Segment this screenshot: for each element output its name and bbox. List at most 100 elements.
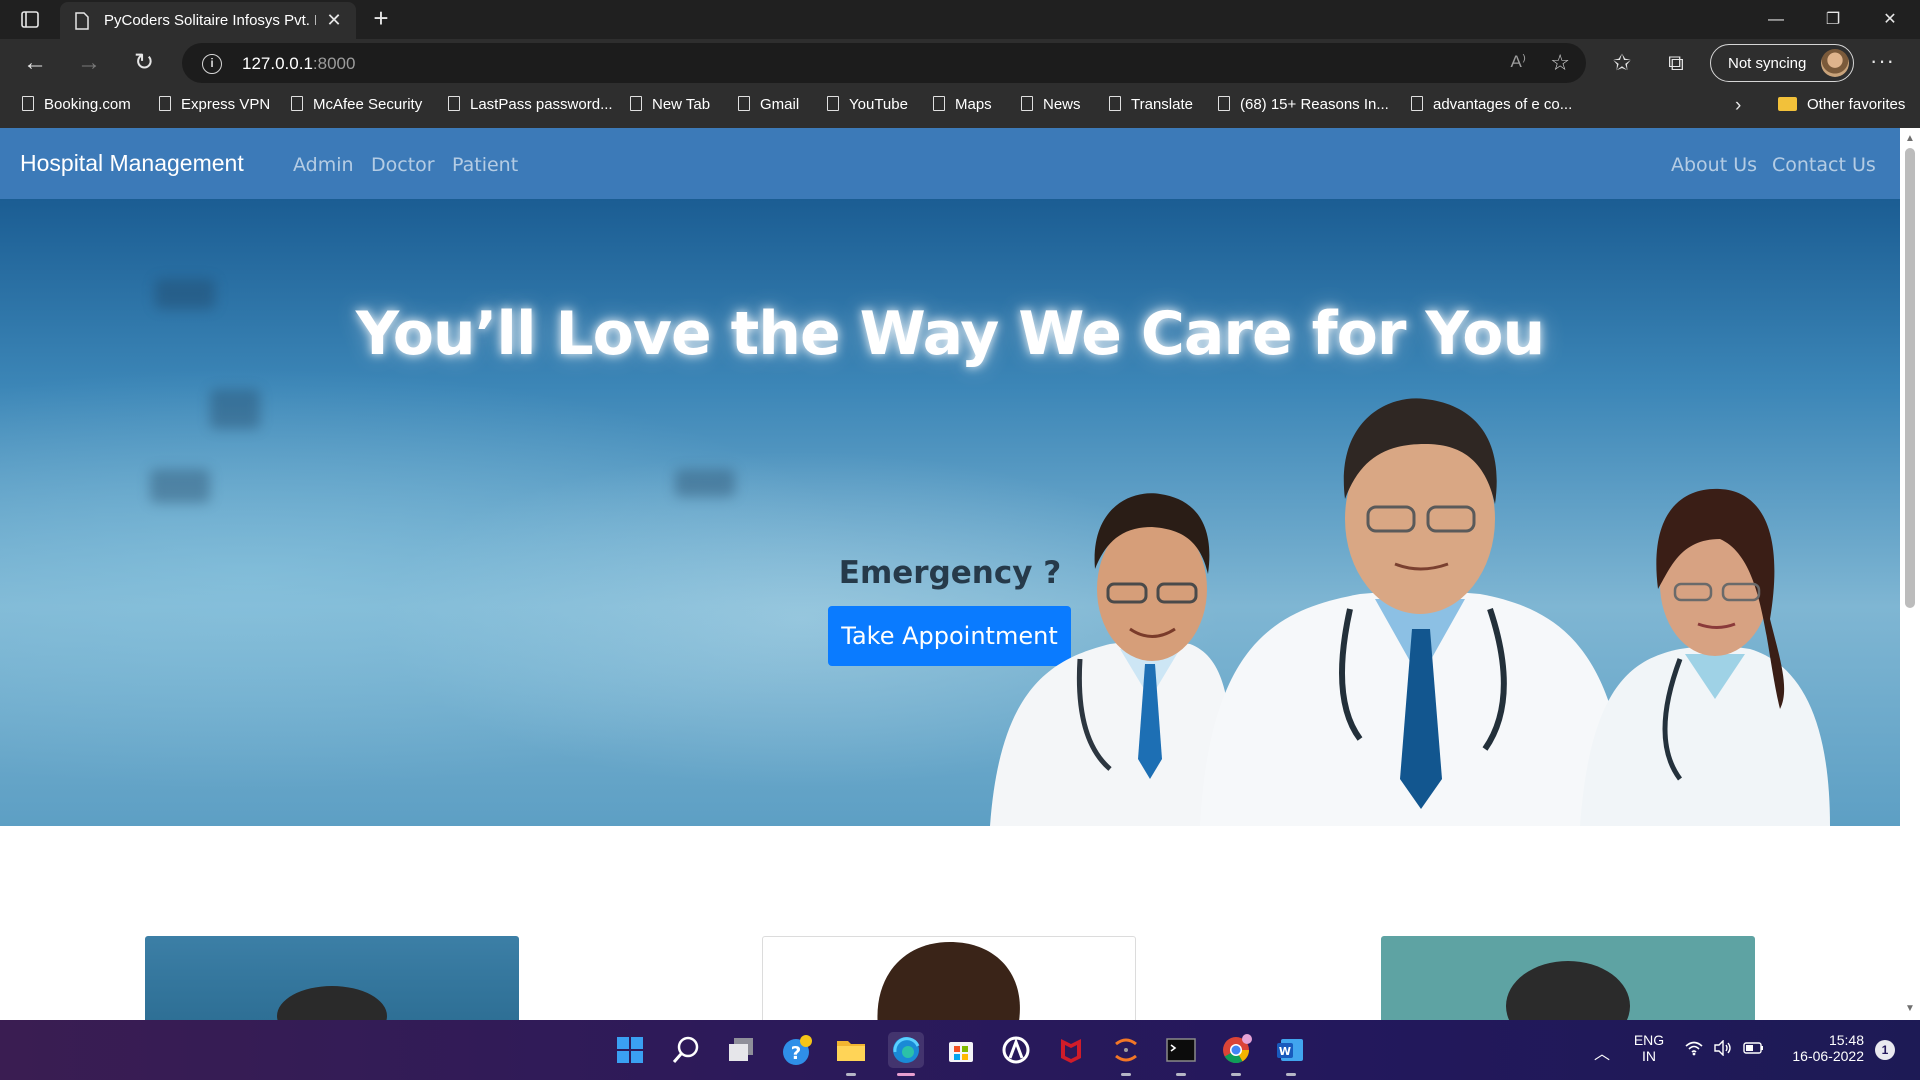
scroll-up-icon[interactable]: ▲ <box>1900 130 1920 148</box>
page-icon <box>448 96 460 111</box>
site-info-icon[interactable]: i <box>202 54 222 74</box>
battery-icon[interactable] <box>1743 1040 1765 1059</box>
close-tab-icon[interactable]: ✕ <box>324 10 344 30</box>
favorite-item[interactable]: McAfee Security <box>291 96 422 120</box>
start-icon[interactable] <box>612 1032 648 1068</box>
site-navbar: Hospital Management Admin Doctor Patient… <box>0 128 1900 199</box>
page-icon <box>291 96 303 111</box>
chevron-right-icon[interactable]: › <box>1735 95 1741 117</box>
background-blur <box>150 469 210 503</box>
running-indicator <box>846 1073 856 1076</box>
nav-doctor[interactable]: Doctor <box>371 154 435 176</box>
brand-link[interactable]: Hospital Management <box>20 150 244 177</box>
svg-text:W: W <box>1279 1045 1291 1058</box>
favorite-item[interactable]: advantages of e co... <box>1411 96 1572 120</box>
notification-badge[interactable]: 1 <box>1875 1040 1895 1060</box>
terminal-icon[interactable] <box>1163 1032 1199 1076</box>
scroll-down-icon[interactable]: ▼ <box>1900 1000 1920 1018</box>
back-icon[interactable]: ← <box>20 49 50 79</box>
mcafee-icon[interactable] <box>1053 1032 1089 1068</box>
tab-actions-icon[interactable] <box>14 9 46 31</box>
favorite-item[interactable]: (68) 15+ Reasons In... <box>1218 96 1389 120</box>
person-avatar <box>877 942 1020 1020</box>
person-avatar <box>277 986 387 1020</box>
running-indicator <box>1121 1073 1131 1076</box>
url-text[interactable]: 127.0.0.1:8000 <box>242 54 355 74</box>
close-window-button[interactable]: ✕ <box>1862 0 1918 39</box>
svg-text:?: ? <box>791 1043 801 1064</box>
doctor-figure-left <box>990 493 1232 826</box>
app-circle-icon[interactable] <box>998 1032 1034 1068</box>
card-image <box>1381 936 1755 1020</box>
running-indicator <box>1231 1073 1241 1076</box>
hero-banner: You’ll Love the Way We Care for You Emer… <box>0 199 1900 826</box>
page-icon <box>933 96 945 111</box>
tab-strip: PyCoders Solitaire Infosys Pvt. Ltd ✕ + … <box>0 0 1920 39</box>
page-icon <box>1218 96 1230 111</box>
page-icon <box>159 96 171 111</box>
show-hidden-icons-icon[interactable]: ︿ <box>1594 1040 1610 1064</box>
page-scrollbar[interactable]: ▲ ▼ <box>1900 128 1920 1020</box>
new-tab-button[interactable]: + <box>368 5 394 32</box>
file-explorer-icon[interactable] <box>833 1032 869 1076</box>
background-blur <box>675 469 735 497</box>
avatar <box>1821 49 1849 77</box>
nav-contact-us[interactable]: Contact Us <box>1772 154 1876 176</box>
refresh-icon[interactable]: ↻ <box>129 49 159 79</box>
more-options-icon[interactable]: ··· <box>1870 48 1895 74</box>
help-icon[interactable]: ? <box>778 1032 814 1068</box>
nav-about-us[interactable]: About Us <box>1671 154 1757 176</box>
edge-icon[interactable] <box>888 1032 924 1076</box>
doctor-figure-center <box>1200 398 1630 826</box>
favorite-item[interactable]: New Tab <box>630 96 710 120</box>
address-bar[interactable]: i 127.0.0.1:8000 A⁾ ☆ <box>182 43 1586 83</box>
restore-button[interactable]: ❐ <box>1805 0 1861 39</box>
page-icon <box>630 96 642 111</box>
profile-label: Not syncing <box>1728 55 1807 72</box>
favorite-item[interactable]: YouTube <box>827 96 908 120</box>
doctor-figure-right <box>1580 488 1830 826</box>
card-image <box>762 936 1136 1020</box>
read-aloud-icon[interactable]: A⁾ <box>1510 52 1526 72</box>
windows-taskbar: ? W ︿ ENG IN 15:48 16-06-2022 1 <box>0 1020 1920 1080</box>
chrome-icon[interactable] <box>1218 1032 1254 1076</box>
folder-icon <box>1778 97 1797 111</box>
ide-icon[interactable] <box>1108 1032 1144 1076</box>
favorite-item[interactable]: Translate <box>1109 96 1193 120</box>
favorites-icon[interactable]: ✩ <box>1606 48 1638 80</box>
task-view-icon[interactable] <box>723 1032 759 1068</box>
page-icon <box>738 96 750 111</box>
cards-section <box>0 826 1900 1020</box>
microsoft-store-icon[interactable] <box>943 1032 979 1068</box>
add-favorite-icon[interactable]: ☆ <box>1550 50 1570 76</box>
minimize-button[interactable]: — <box>1748 0 1804 39</box>
running-indicator <box>1176 1073 1186 1076</box>
browser-tab[interactable]: PyCoders Solitaire Infosys Pvt. Ltd ✕ <box>60 2 356 39</box>
favorite-item[interactable]: Express VPN <box>159 96 270 120</box>
clock-date: 16-06-2022 <box>1792 1048 1864 1064</box>
favorites-bar: Booking.com Express VPN McAfee Security … <box>0 88 1920 128</box>
volume-icon[interactable] <box>1713 1039 1733 1059</box>
favorite-item[interactable]: Booking.com <box>22 96 131 120</box>
running-indicator <box>897 1073 915 1076</box>
clock-time: 15:48 <box>1828 1032 1864 1048</box>
wifi-icon[interactable] <box>1684 1040 1704 1059</box>
running-indicator <box>1286 1073 1296 1076</box>
nav-patient[interactable]: Patient <box>452 154 518 176</box>
word-icon[interactable]: W <box>1273 1032 1309 1076</box>
language-indicator[interactable]: ENG IN <box>1632 1032 1666 1064</box>
favorite-item[interactable]: Gmail <box>738 96 799 120</box>
favorite-item[interactable]: LastPass password... <box>448 96 613 120</box>
nav-admin[interactable]: Admin <box>293 154 354 176</box>
clock[interactable]: 15:48 16-06-2022 <box>1780 1032 1864 1064</box>
other-favorites[interactable]: Other favorites <box>1778 96 1905 120</box>
page-icon <box>74 12 90 30</box>
scroll-thumb[interactable] <box>1905 148 1915 608</box>
profile-button[interactable]: Not syncing <box>1710 44 1854 82</box>
favorite-item[interactable]: Maps <box>933 96 992 120</box>
favorite-item[interactable]: News <box>1021 96 1081 120</box>
browser-toolbar: ← → ↻ i 127.0.0.1:8000 A⁾ ☆ ✩ ⧉ Not sync… <box>0 39 1920 88</box>
forward-icon[interactable]: → <box>74 49 104 79</box>
search-icon[interactable] <box>668 1032 704 1068</box>
collections-icon[interactable]: ⧉ <box>1660 48 1692 80</box>
